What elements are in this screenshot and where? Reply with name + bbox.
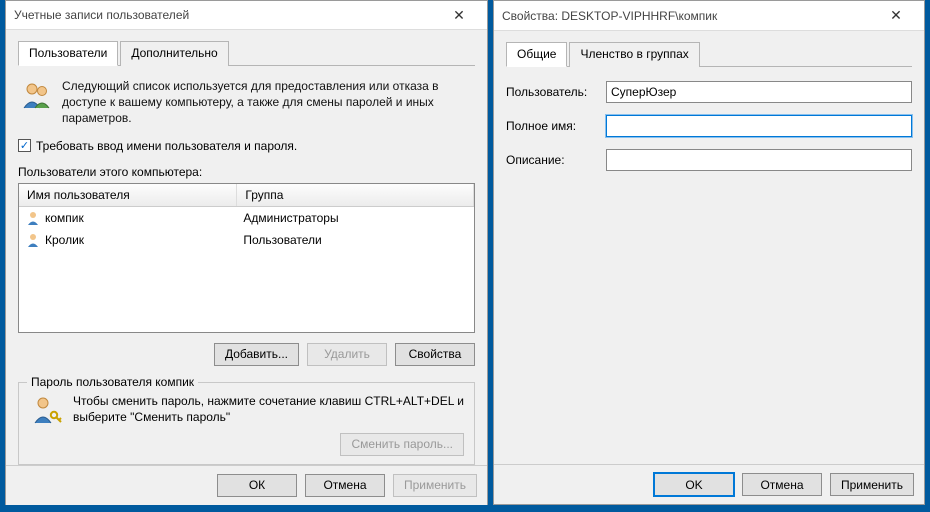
users-list-label: Пользователи этого компьютера: [18, 165, 475, 179]
require-login-row[interactable]: ✓ Требовать ввод имени пользователя и па… [18, 139, 475, 153]
password-legend: Пароль пользователя компик [27, 375, 198, 389]
col-group[interactable]: Группа [237, 184, 474, 206]
add-button[interactable]: Добавить... [214, 343, 299, 366]
row-username: компик [45, 211, 84, 225]
user-properties-window: Свойства: DESKTOP-VIPHHRF\компик ✕ Общие… [493, 0, 925, 505]
delete-button: Удалить [307, 343, 387, 366]
list-item[interactable]: Кролик Пользователи [19, 229, 474, 251]
titlebar[interactable]: Свойства: DESKTOP-VIPHHRF\компик ✕ [494, 1, 924, 31]
list-header: Имя пользователя Группа [19, 184, 474, 207]
list-item[interactable]: компик Администраторы [19, 207, 474, 229]
intro: Следующий список используется для предос… [20, 78, 473, 127]
row-group: Администраторы [237, 208, 474, 228]
tab-membership[interactable]: Членство в группах [569, 42, 699, 67]
cancel-button[interactable]: Отмена [742, 473, 822, 496]
window-title: Свойства: DESKTOP-VIPHHRF\компик [502, 9, 876, 23]
require-login-label: Требовать ввод имени пользователя и паро… [36, 139, 297, 153]
change-password-button: Сменить пароль... [340, 433, 464, 456]
description-field[interactable] [606, 149, 912, 171]
fullname-field[interactable] [606, 115, 912, 137]
label-fullname: Полное имя: [506, 119, 606, 133]
users-list[interactable]: Имя пользователя Группа компик Администр… [18, 183, 475, 333]
row-group: Пользователи [237, 230, 474, 250]
users-icon [20, 78, 54, 112]
tabs: Пользователи Дополнительно [18, 40, 475, 66]
titlebar[interactable]: Учетные записи пользователей ✕ [6, 1, 487, 30]
password-hint: Чтобы сменить пароль, нажмите сочетание … [73, 393, 464, 425]
properties-button[interactable]: Свойства [395, 343, 475, 366]
ok-button[interactable]: ОК [217, 474, 297, 497]
ok-button[interactable]: OK [654, 473, 734, 496]
footer: OK Отмена Применить [494, 464, 924, 504]
user-icon [25, 232, 41, 248]
password-group: Пароль пользователя компик Чтобы сменить… [18, 382, 475, 465]
intro-text: Следующий список используется для предос… [62, 78, 473, 127]
footer: ОК Отмена Применить [6, 465, 487, 505]
tab-users[interactable]: Пользователи [18, 41, 118, 66]
tabs: Общие Членство в группах [506, 41, 912, 67]
label-user: Пользователь: [506, 85, 606, 99]
user-key-icon [29, 393, 63, 427]
close-icon[interactable]: ✕ [439, 1, 479, 29]
user-icon [25, 210, 41, 226]
row-username: Кролик [45, 233, 84, 247]
tab-advanced[interactable]: Дополнительно [120, 41, 228, 66]
user-accounts-window: Учетные записи пользователей ✕ Пользоват… [5, 0, 488, 505]
window-title: Учетные записи пользователей [14, 8, 439, 22]
tab-general[interactable]: Общие [506, 42, 567, 67]
user-field[interactable] [606, 81, 912, 103]
checkbox-icon[interactable]: ✓ [18, 139, 31, 152]
cancel-button[interactable]: Отмена [305, 474, 385, 497]
label-description: Описание: [506, 153, 606, 167]
close-icon[interactable]: ✕ [876, 2, 916, 30]
apply-button: Применить [393, 474, 477, 497]
col-username[interactable]: Имя пользователя [19, 184, 237, 206]
apply-button[interactable]: Применить [830, 473, 914, 496]
